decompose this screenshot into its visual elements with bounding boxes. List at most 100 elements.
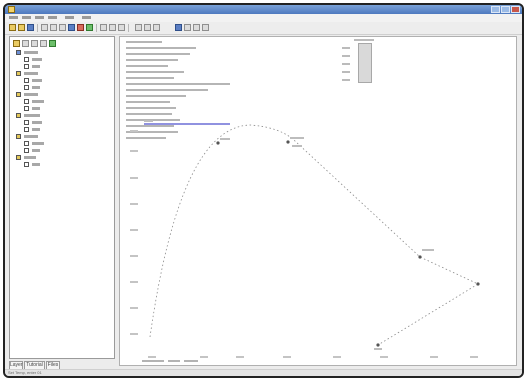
checkbox-icon: [24, 127, 29, 132]
folder-icon: [16, 113, 21, 118]
minimize-button[interactable]: [491, 6, 500, 13]
run-icon[interactable]: [86, 24, 93, 31]
point-label: [220, 138, 230, 140]
tree-tool-icon[interactable]: [40, 40, 47, 47]
zoom-in-icon[interactable]: [100, 24, 107, 31]
checkbox-icon: [24, 120, 29, 125]
tool-icon[interactable]: [184, 24, 191, 31]
data-point[interactable]: [476, 282, 480, 286]
tree-item-label: [32, 107, 40, 110]
menu-item[interactable]: [9, 16, 18, 19]
checkbox-icon: [24, 148, 29, 153]
tree-tool-icon[interactable]: [13, 40, 20, 47]
tree-item-label: [32, 58, 42, 61]
y-tick-label: [130, 130, 138, 132]
menu-item[interactable]: [48, 16, 57, 19]
tree-item-label: [24, 135, 38, 138]
status-bar: Set Temp, enter 01: [5, 369, 522, 376]
menu-item[interactable]: [82, 16, 91, 19]
toolbar-separator: [37, 24, 38, 32]
close-button[interactable]: [511, 6, 520, 13]
checkbox-icon: [24, 64, 29, 69]
point-labels: [144, 120, 480, 350]
y-tick-label: [130, 150, 138, 152]
tree-item-label: [32, 100, 44, 103]
profile-curve: [149, 124, 479, 346]
tree-item-label: [32, 163, 40, 166]
y-tick-label: [130, 229, 138, 231]
point-label: [292, 145, 302, 147]
zoom-out-icon[interactable]: [109, 24, 116, 31]
plot-svg: [130, 120, 480, 362]
toolbar: [5, 22, 522, 35]
tree-tool-icon[interactable]: [49, 40, 56, 47]
tree-item-label: [32, 149, 40, 152]
save-icon[interactable]: [27, 24, 34, 31]
y-tick-label: [130, 307, 138, 309]
point-label: [144, 120, 153, 122]
canvas-footer-text: [142, 360, 164, 362]
status-text: Set Temp, enter 01: [8, 370, 42, 375]
x-tick-label: [430, 356, 438, 358]
copy-icon[interactable]: [50, 24, 57, 31]
tree-item-label: [32, 121, 42, 124]
y-tick-label: [130, 281, 138, 283]
point-label: [422, 249, 434, 251]
data-point[interactable]: [286, 140, 290, 144]
tree-item-label: [24, 156, 36, 159]
pointer-icon[interactable]: [118, 24, 125, 31]
tree-tool-icon[interactable]: [31, 40, 38, 47]
menu-item[interactable]: [22, 16, 31, 19]
data-point[interactable]: [376, 343, 380, 347]
open-folder-icon[interactable]: [18, 24, 25, 31]
tree-item-label: [24, 72, 38, 75]
checkbox-icon: [24, 57, 29, 62]
checkbox-icon: [24, 78, 29, 83]
menu-item[interactable]: [35, 16, 44, 19]
tree-item-label: [32, 128, 40, 131]
app-icon: [8, 6, 15, 13]
data-point[interactable]: [418, 255, 422, 259]
checkbox-icon: [24, 85, 29, 90]
y-tick-label: [130, 177, 138, 179]
toolbar-separator: [128, 24, 129, 32]
tree-item-label: [32, 142, 44, 145]
tool-icon[interactable]: [153, 24, 160, 31]
folder-icon: [16, 134, 21, 139]
checkbox-icon: [24, 106, 29, 111]
y-axis-labels: [130, 130, 138, 335]
tool-icon[interactable]: [135, 24, 142, 31]
tool-icon[interactable]: [144, 24, 151, 31]
layer-tree-panel: [9, 36, 115, 359]
tree-item-label: [32, 65, 40, 68]
toolbar-separator: [96, 24, 97, 32]
y-tick-label: [130, 255, 138, 257]
y-tick-label: [130, 203, 138, 205]
drawing-canvas[interactable]: [119, 36, 517, 366]
new-file-icon[interactable]: [9, 24, 16, 31]
y-tick-label: [130, 333, 138, 335]
menu-item[interactable]: [65, 16, 74, 19]
bottom-status-labels: [142, 360, 198, 362]
paste-icon[interactable]: [59, 24, 66, 31]
checkbox-icon: [24, 141, 29, 146]
point-label: [374, 348, 382, 350]
x-tick-label: [283, 356, 291, 358]
cut-icon[interactable]: [41, 24, 48, 31]
canvas-footer-text: [168, 360, 180, 362]
folder-icon: [16, 71, 21, 76]
tool-icon[interactable]: [202, 24, 209, 31]
tool-icon[interactable]: [193, 24, 200, 31]
tree-item-label: [32, 79, 42, 82]
x-tick-label: [380, 356, 388, 358]
tree-tool-icon[interactable]: [22, 40, 29, 47]
delete-icon[interactable]: [77, 24, 84, 31]
chart-icon[interactable]: [175, 24, 182, 31]
x-axis-labels: [148, 356, 478, 358]
tree-item-label: [24, 93, 38, 96]
print-icon[interactable]: [68, 24, 75, 31]
tree-item-label: [24, 51, 38, 54]
data-point[interactable]: [216, 141, 220, 145]
maximize-button[interactable]: [501, 6, 510, 13]
point-label: [290, 137, 304, 139]
